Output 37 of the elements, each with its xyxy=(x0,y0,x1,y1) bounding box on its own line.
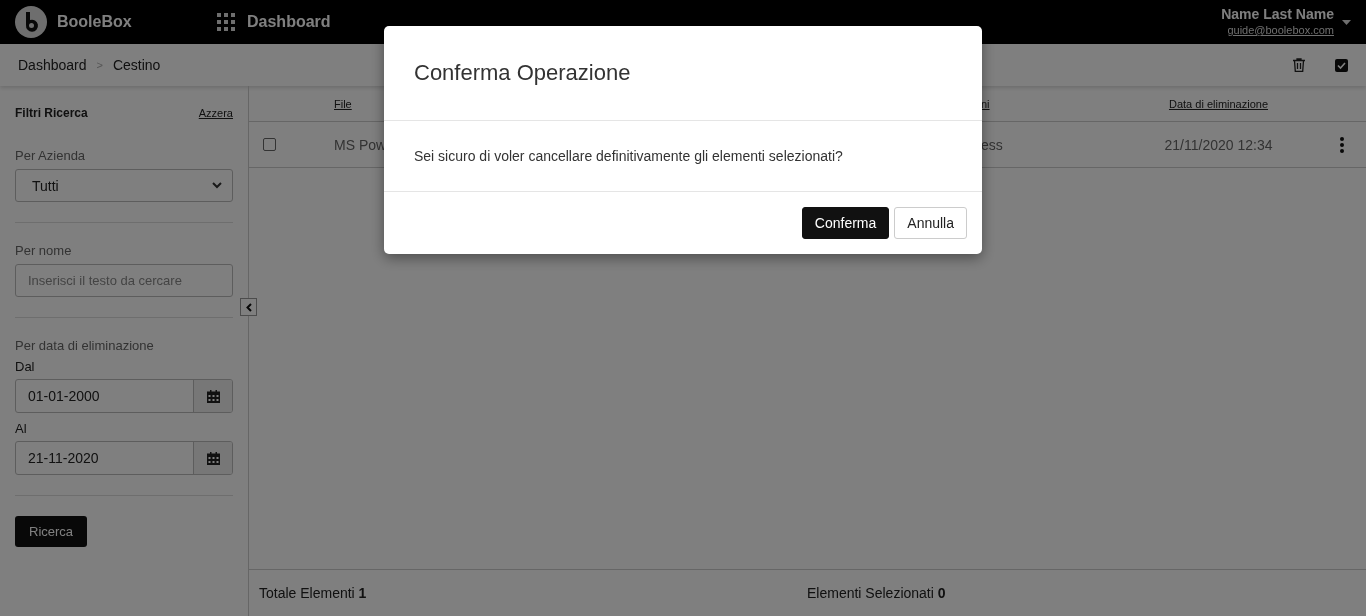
trash-icon[interactable] xyxy=(1293,58,1305,72)
date-from-label: Dal xyxy=(15,359,36,374)
selected-count: Elementi Selezionati 0 xyxy=(807,585,947,601)
chevron-left-icon xyxy=(245,302,252,312)
total-count: Totale Elementi 1 xyxy=(259,585,368,601)
dialog-title: Conferma Operazione xyxy=(384,26,982,121)
breadcrumb-item[interactable]: Dashboard xyxy=(18,57,87,73)
brand-name: BooleBox xyxy=(57,13,133,31)
breadcrumb-item: Cestino xyxy=(112,57,161,73)
filter-label: Per Azienda xyxy=(15,148,87,163)
more-options-icon[interactable] xyxy=(1340,136,1344,153)
cancel-button[interactable]: Annulla xyxy=(894,207,967,239)
user-name[interactable]: Name Last Name xyxy=(1221,6,1334,22)
reset-link[interactable]: Azzera xyxy=(198,107,233,119)
logo-icon[interactable] xyxy=(15,6,47,38)
column-header[interactable]: ni xyxy=(981,97,990,110)
caret-icon[interactable] xyxy=(1342,19,1351,25)
filters-title: Filtri Ricerca xyxy=(15,106,88,120)
date-to-label: Al xyxy=(15,421,28,436)
company-select[interactable]: Tutti xyxy=(15,169,233,202)
row-checkbox[interactable] xyxy=(263,138,276,151)
dialog-message: Sei sicuro di voler cancellare definitivamente gli elementi selezionati? xyxy=(384,121,982,192)
collapse-button[interactable] xyxy=(240,298,257,316)
filter-label: Per data di eliminazione xyxy=(15,338,155,353)
search-button[interactable]: Ricerca xyxy=(15,516,88,547)
user-email[interactable]: guide@boolebox.com xyxy=(1227,24,1334,37)
confirm-button[interactable]: Conferma xyxy=(801,207,890,239)
chevron-down-icon xyxy=(212,182,222,189)
table-cell-text: ess xyxy=(981,136,1004,153)
column-header[interactable]: File xyxy=(334,97,352,110)
select-all-icon[interactable] xyxy=(1335,58,1348,72)
table-cell: 21/11/2020 12:34 xyxy=(1164,136,1273,153)
apps-grid-icon[interactable] xyxy=(217,13,235,31)
filter-label: Per nome xyxy=(15,243,73,258)
page-title: Dashboard xyxy=(247,13,331,31)
column-header[interactable]: Data di eliminazione xyxy=(1168,97,1269,110)
breadcrumb-separator: > xyxy=(96,59,103,71)
